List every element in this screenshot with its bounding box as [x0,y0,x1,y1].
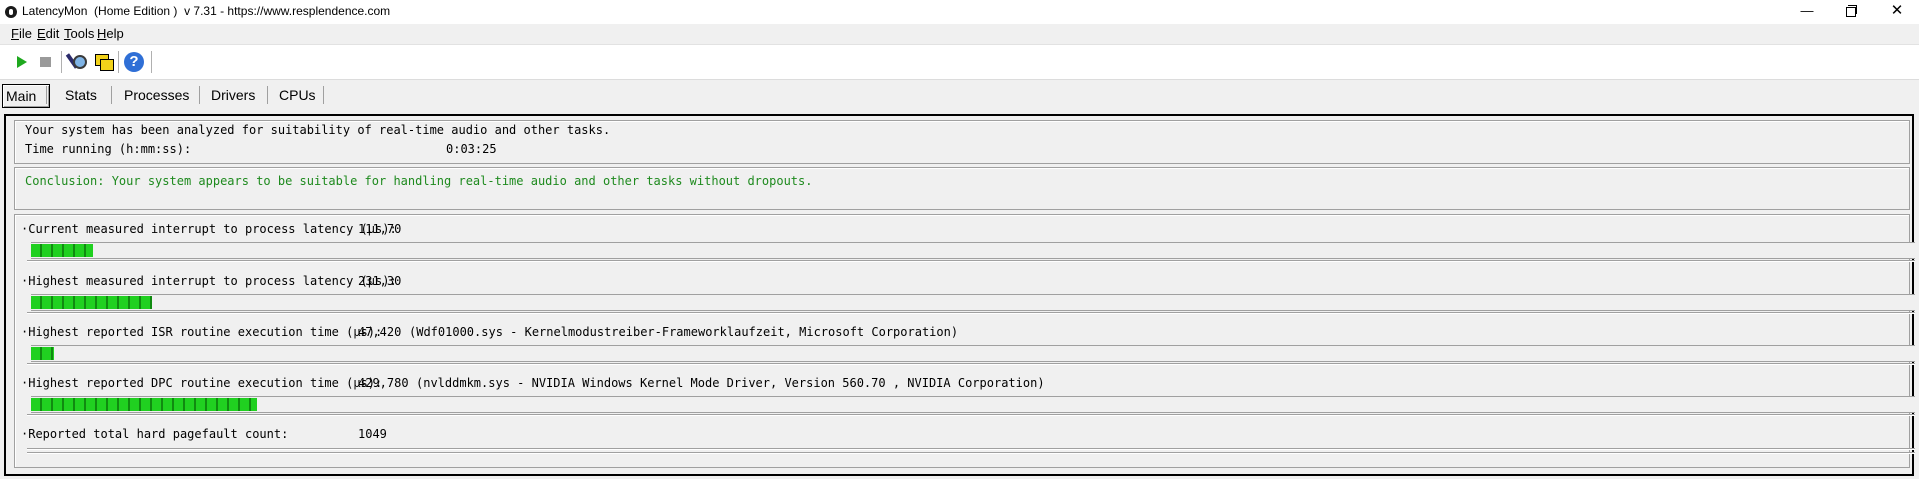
restore-icon-front [1846,7,1856,17]
window-title: LatencyMon (Home Edition ) v 7.31 - http… [22,4,391,18]
summary-text: Your system has been analyzed for suitab… [25,123,611,137]
metric-label-isr: ·Highest reported ISR routine execution … [21,325,383,339]
tab-stats[interactable]: Stats [62,84,100,106]
latency-bar-current [31,244,93,257]
help-button[interactable]: ? [123,51,145,73]
help-icon: ? [124,52,144,72]
tab-divider [46,86,47,104]
latency-bar-highest [31,296,152,309]
main-panel: Your system has been analyzed for suitab… [4,114,1915,476]
separator [27,448,1915,450]
metric-label-current-latency: ·Current measured interrupt to process l… [21,222,397,236]
metric-value-isr: 47,420 [358,325,402,339]
start-button[interactable] [11,51,33,73]
maximize-button[interactable] [1829,0,1875,24]
metric-value-current-latency: 111,70 [358,222,402,236]
bar-track-current-latency [31,242,1915,259]
bar-track-isr [31,345,1915,362]
menu-bar: File Edit Tools Help [0,24,1919,44]
menu-edit[interactable]: Edit [37,26,59,41]
separator [27,260,1915,262]
toolbar-separator [151,51,152,73]
stop-button[interactable] [35,51,57,73]
tab-divider [267,86,268,104]
latencymon-window: LatencyMon (Home Edition ) v 7.31 - http… [0,0,1919,479]
separator [27,414,1915,416]
tab-divider [111,86,112,104]
stop-icon [40,57,51,67]
metric-detail-dpc: (nvlddmkm.sys - NVIDIA Windows Kernel Mo… [416,376,1045,390]
play-icon [17,56,27,68]
conclusion-text: Conclusion: Your system appears to be su… [25,174,813,188]
app-icon [5,6,17,18]
metric-label-highest-latency: ·Highest measured interrupt to process l… [21,274,397,288]
metrics-box: ·Current measured interrupt to process l… [14,214,1915,468]
menu-tools[interactable]: Tools [64,26,94,41]
menu-file[interactable]: File [11,26,32,41]
close-button[interactable]: ✕ [1874,0,1919,24]
separator [27,363,1915,365]
tab-divider [323,86,324,104]
tab-cpus[interactable]: CPUs [276,84,319,106]
separator [27,312,1915,314]
summary-box: Your system has been analyzed for suitab… [14,120,1910,164]
metric-value-highest-latency: 231,30 [358,274,402,288]
spy-button[interactable] [65,51,88,73]
menu-help[interactable]: Help [97,26,124,41]
toolbar: ? [0,44,1919,80]
tab-main[interactable]: Main [2,84,50,108]
metric-label-pagefault: ·Reported total hard pagefault count: [21,427,289,441]
dpc-bar [31,398,257,411]
tab-processes[interactable]: Processes [121,84,192,106]
bar-track-highest-latency [31,294,1915,311]
metric-label-dpc: ·Highest reported DPC routine execution … [21,376,383,390]
windows-button[interactable] [92,51,114,73]
separator [27,452,1915,454]
spy-icon [73,55,87,69]
conclusion-box: Conclusion: Your system appears to be su… [14,167,1910,210]
minimize-button[interactable]: — [1784,0,1830,24]
toolbar-separator [118,51,119,73]
windows-icon-front [100,59,114,71]
tab-bar: Main Stats Processes Drivers CPUs [0,80,1919,112]
toolbar-separator [61,51,62,73]
time-running-label: Time running (h:mm:ss): [25,142,192,156]
tab-drivers[interactable]: Drivers [208,84,258,106]
metric-value-dpc: 429,780 [358,376,409,390]
time-running-value: 0:03:25 [446,142,497,156]
tab-divider [199,86,200,104]
title-bar[interactable]: LatencyMon (Home Edition ) v 7.31 - http… [0,0,1919,24]
metric-value-pagefault: 1049 [358,427,387,441]
metric-detail-isr: (Wdf01000.sys - Kernelmodustreiber-Frame… [409,325,959,339]
bar-track-dpc [31,396,1915,413]
isr-bar [31,347,54,360]
